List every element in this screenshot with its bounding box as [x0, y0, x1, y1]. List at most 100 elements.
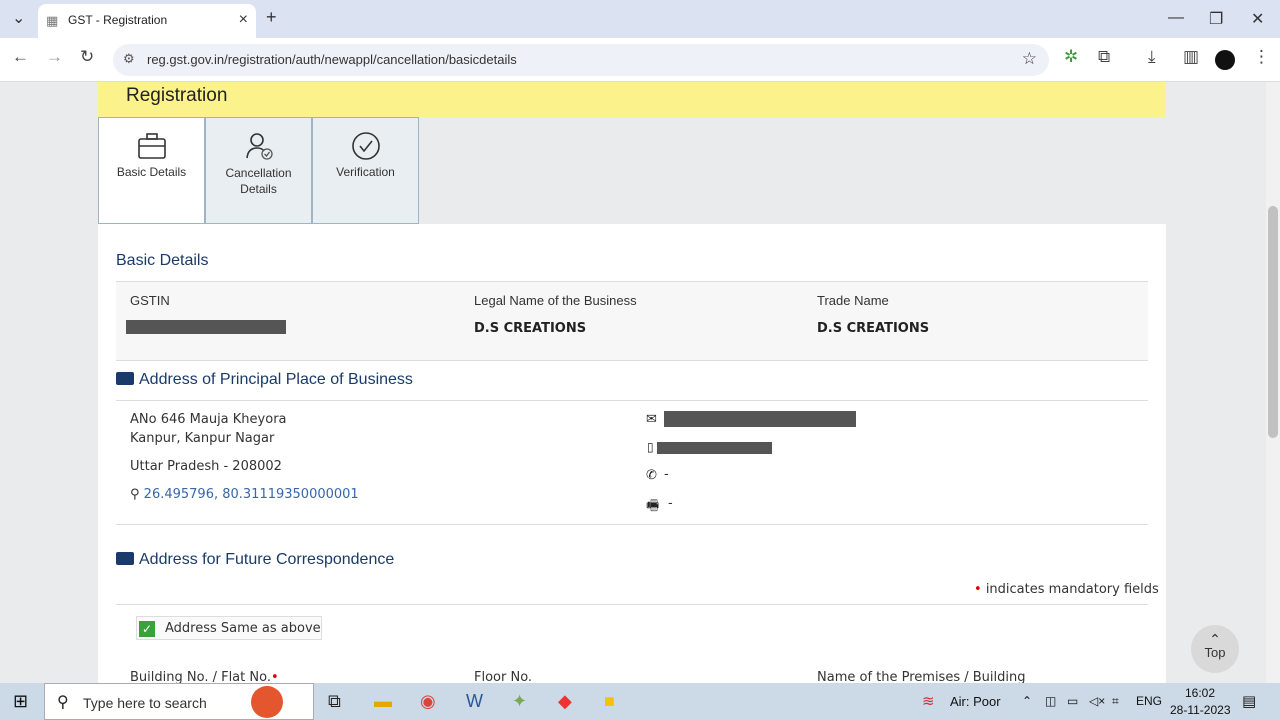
- legal-name-label: Legal Name of the Business: [474, 293, 637, 308]
- input-method-icon[interactable]: ⌗: [1112, 694, 1119, 709]
- phone-icon: ✆: [646, 467, 657, 482]
- email-redacted: [664, 411, 856, 427]
- tab-title: GST - Registration: [68, 13, 168, 27]
- briefcase-icon: [137, 133, 166, 159]
- email-icon: ✉: [646, 411, 657, 426]
- weather-planet-icon: [251, 686, 283, 718]
- chrome-icon[interactable]: ◉: [420, 691, 436, 712]
- url-text: reg.gst.gov.in/registration/auth/newappl…: [147, 52, 517, 67]
- address-line-2: Kanpur, Kanpur Nagar: [130, 431, 275, 446]
- mandatory-note: • indicates mandatory fields: [974, 582, 1159, 597]
- step-basic-details[interactable]: Basic Details: [98, 117, 205, 224]
- top-label: Top: [1204, 645, 1226, 660]
- download-icon[interactable]: ⤓: [1148, 47, 1156, 67]
- tab-search-icon[interactable]: ⌄: [12, 8, 25, 28]
- restore-icon[interactable]: ❐: [1209, 9, 1223, 29]
- mobile-redacted: [657, 442, 772, 454]
- legal-name-value: D.S CREATIONS: [474, 321, 587, 336]
- fax-icon: 🖷: [646, 497, 660, 513]
- minimize-icon[interactable]: —: [1168, 9, 1184, 27]
- basic-details-panel: GSTIN Legal Name of the Business D.S CRE…: [116, 281, 1148, 361]
- address-line-3: Uttar Pradesh - 208002: [130, 459, 282, 474]
- address-bar[interactable]: ⚙ reg.gst.gov.in/registration/auth/newap…: [113, 44, 1049, 76]
- search-icon: ⚲: [57, 694, 69, 711]
- trade-name-label: Trade Name: [817, 293, 889, 308]
- windows-taskbar: ⊞ ⚲ Type here to search ⧉ ▬ ◉ W ✦ ◆ ■ ≋ …: [0, 683, 1280, 720]
- page-title: Registration: [126, 85, 228, 106]
- section-title-text: Address of Principal Place of Business: [139, 371, 413, 388]
- air-quality-icon: ≋: [922, 693, 935, 710]
- step-verification[interactable]: Verification: [312, 117, 419, 224]
- section-title-principal: Address of Principal Place of Business: [116, 371, 413, 389]
- coordinates-link[interactable]: ⚲ 26.495796, 80.31119350000001: [130, 487, 359, 502]
- scrollbar-thumb[interactable]: [1268, 206, 1278, 438]
- mobile-icon: ▯: [647, 440, 654, 454]
- address-card-icon: [116, 372, 134, 385]
- network-icon[interactable]: ▭: [1067, 694, 1078, 708]
- section-title-text: Address for Future Correspondence: [139, 551, 395, 568]
- language-indicator[interactable]: ENG: [1136, 694, 1162, 708]
- browser-tab-bar: ⌄ ▦ GST - Registration × + — ❐ ✕: [0, 0, 1280, 38]
- step-label: Verification: [336, 165, 395, 179]
- clock-time[interactable]: 16:02: [1185, 686, 1215, 700]
- menu-dots-icon[interactable]: ⋮: [1253, 47, 1270, 67]
- address-same-checkbox[interactable]: ✓ Address Same as above: [136, 616, 322, 640]
- site-info-icon[interactable]: ⚙: [123, 51, 135, 67]
- map-marker-icon: ⚲: [130, 487, 140, 502]
- app-icon[interactable]: ✦: [512, 691, 527, 712]
- sidepanel-icon[interactable]: ▥: [1183, 47, 1199, 67]
- extension-icon[interactable]: ✲: [1064, 47, 1078, 67]
- search-placeholder: Type here to search: [83, 695, 207, 711]
- file-explorer-icon[interactable]: ▬: [374, 691, 392, 712]
- user-check-icon: [245, 133, 273, 160]
- premises-label: Name of the Premises / Building: [817, 670, 1026, 683]
- fax-value: -: [668, 496, 673, 511]
- section-title-basic: Basic Details: [116, 252, 209, 269]
- details-card: Basic Details GSTIN Legal Name of the Bu…: [98, 224, 1166, 683]
- puzzle-icon[interactable]: ⧉: [1098, 47, 1110, 67]
- address-line-1: ANo 646 Mauja Kheyora: [130, 412, 287, 427]
- air-quality-text[interactable]: Air: Poor: [950, 694, 1001, 709]
- step-cancellation-details[interactable]: Cancellation Details: [205, 117, 312, 224]
- divider: [116, 604, 1148, 605]
- section-title-future: Address for Future Correspondence: [116, 551, 394, 569]
- sticky-notes-icon[interactable]: ■: [604, 691, 615, 712]
- page-scrollbar[interactable]: [1266, 82, 1280, 683]
- close-window-icon[interactable]: ✕: [1251, 9, 1264, 29]
- scroll-top-button[interactable]: ⌃ Top: [1191, 625, 1239, 673]
- notification-icon[interactable]: ▤: [1242, 692, 1256, 710]
- trade-name-value: D.S CREATIONS: [817, 321, 930, 336]
- mandatory-note-text: indicates mandatory fields: [985, 582, 1159, 597]
- phone-value: -: [664, 467, 669, 482]
- browser-tab[interactable]: ▦ GST - Registration ×: [38, 4, 256, 38]
- checkbox-checked-icon: ✓: [139, 621, 155, 637]
- divider: [116, 400, 1148, 401]
- gstin-label: GSTIN: [130, 293, 170, 308]
- clock-date[interactable]: 28-11-2023: [1170, 703, 1231, 717]
- task-view-icon[interactable]: ⧉: [328, 691, 341, 712]
- checkbox-label: Address Same as above: [165, 621, 321, 636]
- divider: [116, 524, 1148, 525]
- gst-favicon-icon: ▦: [46, 13, 59, 28]
- back-icon[interactable]: ←: [12, 47, 29, 67]
- word-icon[interactable]: W: [466, 691, 483, 712]
- building-label: Building No. / Flat No.•: [130, 670, 279, 683]
- volume-icon[interactable]: ◁×: [1089, 694, 1105, 708]
- taskbar-search[interactable]: ⚲ Type here to search: [44, 683, 314, 720]
- close-tab-icon[interactable]: ×: [239, 11, 248, 29]
- building-label-text: Building No. / Flat No.: [130, 670, 271, 683]
- step-label: Basic Details: [116, 165, 187, 179]
- required-dot-icon: •: [270, 670, 279, 683]
- tray-expand-icon[interactable]: ⌃: [1022, 694, 1032, 708]
- bookmark-star-icon[interactable]: ☆: [1022, 49, 1037, 69]
- anydesk-icon[interactable]: ◆: [558, 691, 572, 712]
- meet-icon[interactable]: ◫: [1045, 694, 1056, 708]
- reload-icon[interactable]: ↻: [80, 47, 94, 67]
- windows-start-icon[interactable]: ⊞: [13, 691, 28, 712]
- forward-icon[interactable]: →: [46, 47, 63, 67]
- floor-label: Floor No.: [474, 670, 533, 683]
- new-tab-icon[interactable]: +: [266, 7, 277, 28]
- address-card-icon: [116, 552, 134, 565]
- gstin-redacted: [126, 320, 286, 334]
- avatar[interactable]: [1215, 50, 1235, 70]
